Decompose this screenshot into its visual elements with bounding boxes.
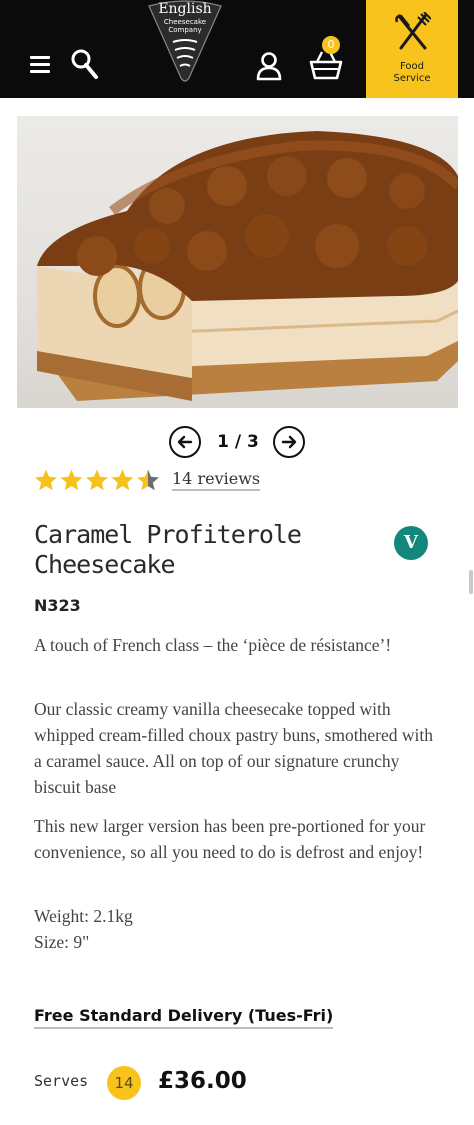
product-image[interactable] — [17, 116, 458, 408]
arrow-right-icon — [281, 435, 297, 449]
product-price: £36.00 — [158, 1068, 247, 1094]
food-service-label-line2: Service — [393, 73, 431, 84]
cheesecake-photo — [36, 131, 458, 401]
star-icon — [111, 469, 134, 491]
arrow-left-icon — [177, 435, 193, 449]
food-service-label: Food Service — [366, 61, 458, 85]
star-icon — [86, 469, 108, 491]
basket-count-badge: 0 — [322, 36, 340, 54]
star-icon — [137, 469, 159, 491]
logo-subtitle: Cheesecake Company — [145, 18, 225, 34]
product-title: Caramel Profiterole Cheesecake — [34, 520, 302, 579]
product-specs: Weight: 2.1kg Size: 9" — [34, 903, 444, 955]
product-size: Size: 9" — [34, 932, 90, 952]
vegetarian-badge: V — [394, 526, 428, 560]
serves-label: Serves — [34, 1072, 89, 1090]
logo-subtitle-line2: Company — [168, 26, 202, 34]
serves-count-badge: 14 — [107, 1066, 141, 1100]
carousel-prev-button[interactable] — [169, 426, 201, 458]
product-description: Our classic creamy vanilla cheesecake to… — [34, 699, 433, 797]
search-icon[interactable] — [70, 48, 100, 80]
product-intro: A touch of French class – the ‘pièce de … — [34, 635, 392, 655]
star-icon — [35, 469, 57, 491]
star-rating — [35, 469, 159, 491]
food-service-label-line1: Food — [400, 61, 424, 72]
account-icon[interactable] — [255, 51, 283, 81]
delivery-info-link[interactable]: Free Standard Delivery (Tues-Fri) — [34, 1006, 334, 1029]
cutlery-icon — [395, 12, 431, 50]
star-icon — [60, 469, 83, 491]
logo-title: English — [158, 1, 212, 17]
food-service-button[interactable]: Food Service — [366, 0, 458, 98]
basket-button[interactable]: 0 — [308, 36, 344, 82]
logo-subtitle-line1: Cheesecake — [163, 18, 207, 26]
menu-icon[interactable] — [30, 56, 50, 74]
scrollbar-thumb[interactable] — [469, 570, 473, 594]
carousel-next-button[interactable] — [273, 426, 305, 458]
product-code: N323 — [34, 596, 81, 615]
carousel-counter: 1 / 3 — [217, 432, 259, 452]
site-header: English Cheesecake Company 0 Food Servic… — [0, 0, 474, 98]
product-note: This new larger version has been pre-por… — [34, 816, 426, 862]
site-logo[interactable]: English Cheesecake Company — [145, 0, 225, 82]
product-weight: Weight: 2.1kg — [34, 906, 133, 926]
reviews-link[interactable]: 14 reviews — [172, 469, 261, 491]
